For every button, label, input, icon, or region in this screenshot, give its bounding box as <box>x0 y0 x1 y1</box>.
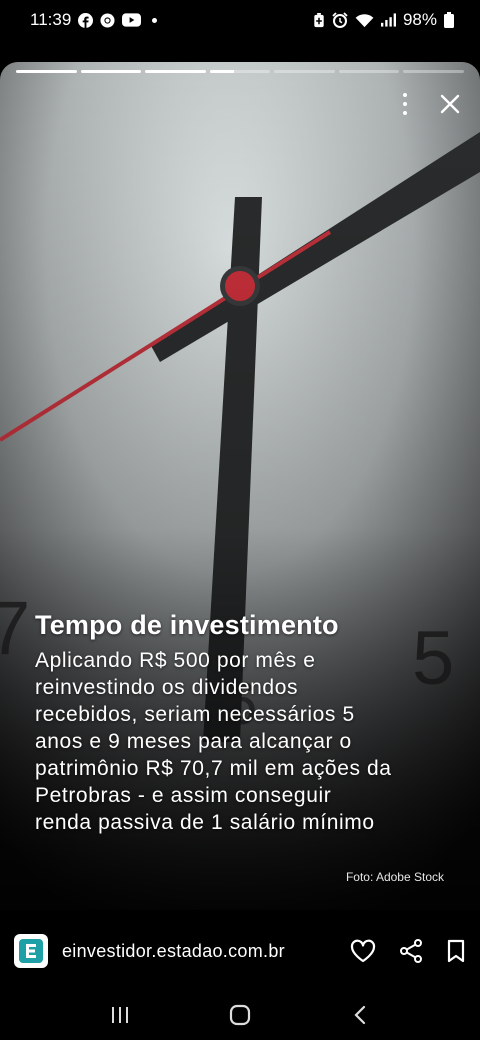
site-domain[interactable]: einvestidor.estadao.com.br <box>62 941 350 962</box>
chrome-icon <box>100 12 115 28</box>
heart-icon[interactable] <box>350 939 376 963</box>
story-headline: Tempo de investimento <box>35 610 339 640</box>
wifi-icon <box>355 13 374 27</box>
progress-segment <box>145 70 206 73</box>
battery-saver-icon <box>314 12 324 27</box>
progress-segment <box>80 70 142 73</box>
more-options-icon[interactable] <box>402 93 408 115</box>
close-icon[interactable] <box>438 92 462 116</box>
story-caption: Tempo de investimento Aplicando R$ 500 p… <box>35 610 465 836</box>
footer-actions <box>350 938 466 964</box>
status-left: 11:39 <box>30 10 158 30</box>
site-logo[interactable] <box>14 934 48 968</box>
status-bar: 11:39 98% <box>0 0 480 40</box>
progress-segment <box>338 70 400 73</box>
back-icon <box>354 1005 366 1025</box>
body-line: patrimônio R$ 70,7 mil em ações da <box>35 757 392 780</box>
home-button[interactable] <box>220 995 260 1035</box>
progress-segment <box>403 70 465 73</box>
photo-credit: Foto: Adobe Stock <box>345 870 444 884</box>
site-logo-mark <box>19 939 43 963</box>
recents-button[interactable] <box>100 995 140 1035</box>
story-footer: einvestidor.estadao.com.br <box>0 910 480 992</box>
notification-dot <box>152 17 158 23</box>
battery-icon <box>444 12 454 28</box>
signal-icon <box>380 13 396 27</box>
alarm-icon <box>332 12 348 28</box>
facebook-icon <box>78 12 94 28</box>
body-line: renda passiva de 1 salário mínimo <box>35 811 375 834</box>
body-line: anos e 9 meses para alcançar o <box>35 730 352 753</box>
story-card[interactable]: 7 5 6 Tempo de investimento Aplicando R$… <box>0 62 480 910</box>
progress-segment <box>274 70 335 73</box>
top-controls <box>402 92 462 116</box>
status-time: 11:39 <box>30 10 72 29</box>
body-line: recebidos, seriam necessários 5 <box>35 703 355 726</box>
body-line: Aplicando R$ 500 por mês e <box>35 649 316 672</box>
home-icon <box>229 1004 251 1026</box>
youtube-icon <box>122 13 142 27</box>
system-nav-bar <box>0 990 480 1040</box>
e-logo-icon <box>26 944 36 958</box>
status-right: 98% <box>313 10 454 30</box>
back-button[interactable] <box>340 995 380 1035</box>
share-icon[interactable] <box>398 938 424 964</box>
progress-segment <box>209 70 271 73</box>
story-body: Aplicando R$ 500 por mês e reinvestindo … <box>35 647 465 836</box>
story-progress <box>16 70 465 73</box>
battery-percent: 98% <box>402 10 437 29</box>
recents-icon <box>112 1007 128 1023</box>
progress-segment <box>16 70 77 73</box>
body-line: Petrobras - e assim conseguir <box>35 784 332 807</box>
bookmark-icon[interactable] <box>446 939 466 963</box>
body-line: reinvestindo os dividendos <box>35 676 299 699</box>
